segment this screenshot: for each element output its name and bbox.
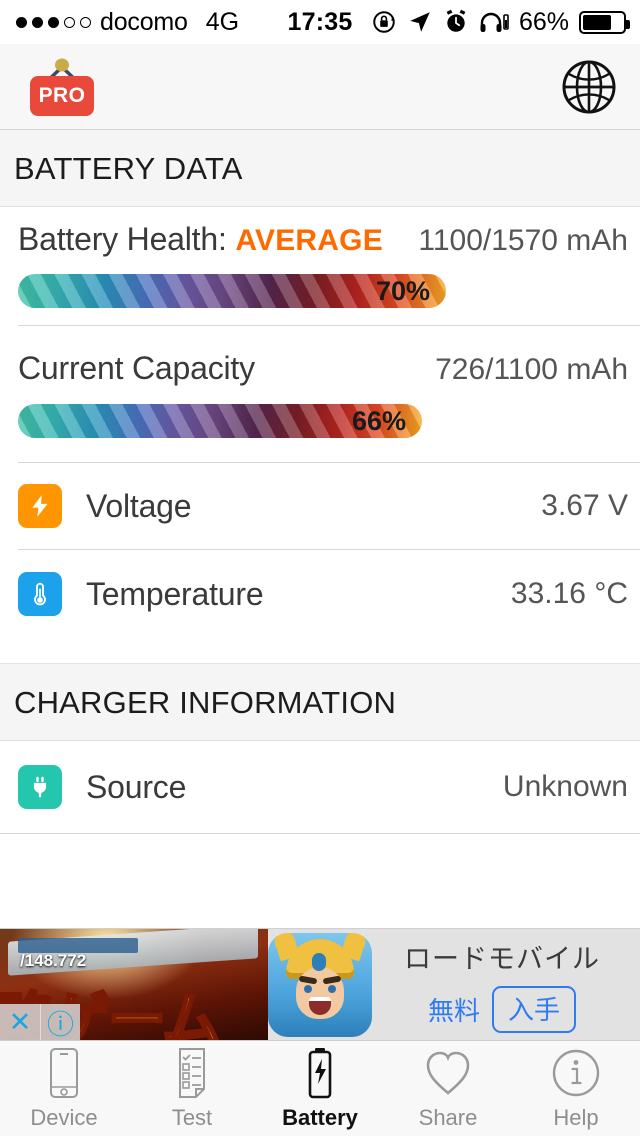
warrior-face — [296, 967, 344, 1019]
close-icon[interactable]: ✕ — [0, 1004, 40, 1040]
row-divider — [18, 325, 640, 326]
battery-health-capacity: 1100/1570 mAh — [418, 224, 628, 257]
section-title: CHARGER INFORMATION — [14, 685, 397, 720]
ad-cta-row: 無料 入手 — [427, 985, 577, 1033]
ad-title: ロードモバイル — [404, 943, 600, 974]
app-header: PRO — [0, 44, 640, 130]
source-value: Unknown — [502, 770, 628, 803]
mouth — [309, 997, 331, 1015]
helmet-gem — [312, 953, 326, 971]
battery-health-bar-wrap: 70% — [0, 274, 640, 308]
plug-icon — [18, 765, 62, 809]
battery-health-status: AVERAGE — [235, 224, 383, 257]
tab-help[interactable]: Help — [512, 1041, 640, 1136]
section-header-battery-data: BATTERY DATA — [0, 130, 640, 207]
battery-health-label: Battery Health: AVERAGE — [18, 221, 383, 258]
ad-art-number: /148.772 — [20, 951, 87, 970]
phone-icon — [45, 1047, 83, 1099]
brow-right — [322, 975, 342, 985]
brow-left — [298, 975, 318, 985]
battery-bolt-icon — [303, 1047, 337, 1099]
status-battery-fill — [583, 14, 612, 30]
status-bar: docomo 4G 17:35 66% — [0, 0, 640, 44]
current-capacity-label: Current Capacity — [18, 350, 255, 386]
battery-health-text: Battery Health: — [18, 221, 227, 257]
temperature-row[interactable]: Temperature 33.16 °C — [0, 550, 640, 638]
pro-badge-button[interactable]: PRO — [26, 56, 98, 118]
source-row[interactable]: Source Unknown — [0, 741, 640, 833]
battery-health-percent-label: 70% — [375, 275, 430, 306]
temperature-value: 33.16 °C — [510, 577, 628, 610]
info-circle-icon — [551, 1047, 601, 1099]
source-label: Source — [86, 768, 187, 805]
ad-app-icon[interactable] — [268, 933, 372, 1037]
thermometer-icon — [18, 572, 62, 616]
section-title: BATTERY DATA — [14, 151, 243, 186]
pro-label: PRO — [38, 83, 86, 107]
voltage-label: Voltage — [86, 487, 192, 524]
tab-bar: Device Test Battery Share Help — [0, 1040, 640, 1136]
info-icon[interactable]: ⓘ — [40, 1004, 80, 1040]
bolt-icon — [18, 484, 62, 528]
ad-artwork[interactable]: /148.772 略ゲーム ✕ ⓘ — [0, 929, 268, 1040]
tab-label: Help — [553, 1104, 599, 1130]
status-battery-icon — [579, 10, 630, 34]
checklist-icon — [172, 1047, 212, 1099]
ad-price: 無料 — [427, 995, 480, 1026]
tab-label: Test — [171, 1104, 213, 1130]
voltage-value: 3.67 V — [541, 489, 628, 522]
voltage-row[interactable]: Voltage 3.67 V — [0, 463, 640, 549]
globe-icon[interactable] — [560, 58, 618, 116]
ad-banner[interactable]: /148.772 略ゲーム ✕ ⓘ ロードモバイル 無料 入手 — [0, 928, 640, 1040]
tab-label: Share — [418, 1104, 478, 1130]
pro-plate: PRO — [30, 75, 94, 116]
status-bar-clock: 17:35 — [287, 7, 353, 36]
tab-label: Battery — [282, 1104, 358, 1130]
section-gap — [0, 638, 640, 664]
current-capacity-bar-wrap: 66% — [0, 404, 640, 438]
tab-share[interactable]: Share — [384, 1041, 512, 1136]
current-capacity-percent-label: 66% — [351, 405, 406, 436]
spacer — [0, 207, 640, 221]
heart-icon — [424, 1047, 472, 1099]
row-divider — [0, 833, 640, 834]
tab-battery[interactable]: Battery — [256, 1041, 384, 1136]
ad-controls: ✕ ⓘ — [0, 1004, 80, 1040]
tab-test[interactable]: Test — [128, 1041, 256, 1136]
current-capacity-row: Current Capacity 726/1100 mAh — [0, 350, 640, 387]
current-capacity-value: 726/1100 mAh — [435, 353, 628, 386]
section-header-charger-information: CHARGER INFORMATION — [0, 664, 640, 741]
eye-right — [328, 985, 336, 993]
tab-label: Device — [30, 1104, 98, 1130]
ad-text-block: ロードモバイル 無料 入手 — [372, 929, 640, 1040]
battery-health-progress-bar: 70% — [18, 274, 446, 308]
eye-left — [304, 985, 312, 993]
temperature-label: Temperature — [86, 575, 264, 612]
battery-health-row: Battery Health: AVERAGE 1100/1570 mAh — [0, 221, 640, 258]
ad-get-button[interactable]: 入手 — [492, 985, 577, 1033]
tab-device[interactable]: Device — [0, 1041, 128, 1136]
current-capacity-progress-bar: 66% — [18, 404, 422, 438]
